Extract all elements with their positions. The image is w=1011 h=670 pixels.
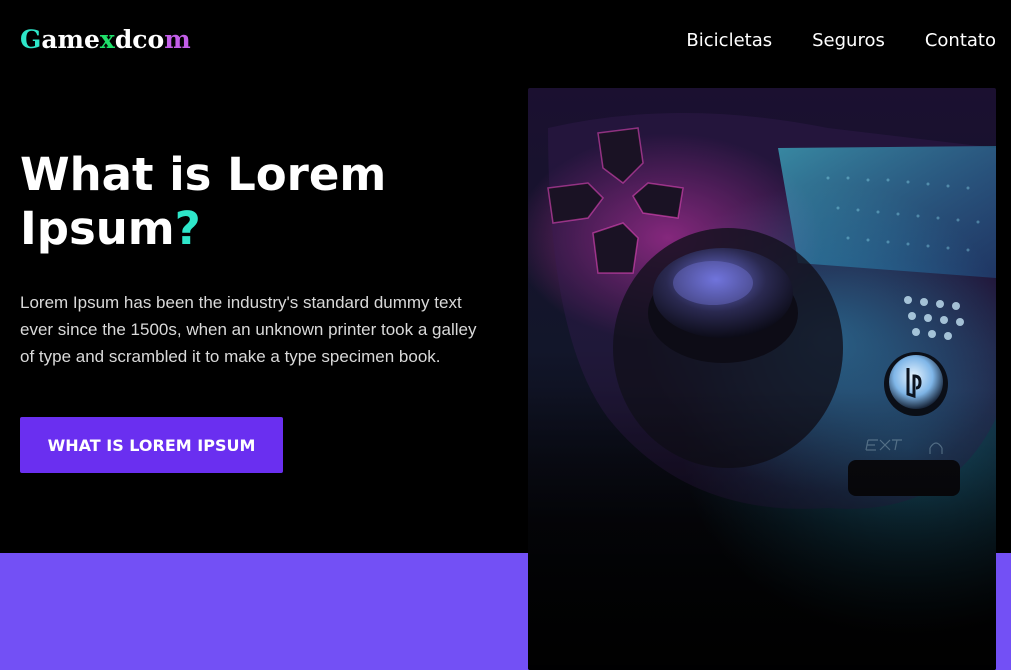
hero-title-mark: ? <box>174 202 201 255</box>
nav-link-bicicletas[interactable]: Bicicletas <box>686 29 772 53</box>
nav-link-seguros[interactable]: Seguros <box>812 29 885 53</box>
logo-letter: ame <box>41 25 100 54</box>
touchpad-shape <box>778 146 996 278</box>
site-header: Gamexdcom Bicicletas Seguros Contato <box>0 0 1011 80</box>
nav-link-contato[interactable]: Contato <box>925 29 996 53</box>
site-logo[interactable]: Gamexdcom <box>20 24 191 56</box>
hero-title: What is Lorem Ipsum? <box>20 148 500 256</box>
logo-letter: m <box>164 25 191 54</box>
logo-letter: G <box>20 25 42 54</box>
hero-description: Lorem Ipsum has been the industry's stan… <box>20 293 477 366</box>
main-nav: Bicicletas Seguros Contato <box>686 29 996 53</box>
controller-illustration <box>528 113 996 670</box>
game-controller-image <box>528 88 996 670</box>
hero-title-line2: Ipsum <box>20 202 175 255</box>
what-is-lorem-ipsum-button[interactable]: WHAT IS LOREM IPSUM <box>20 417 283 473</box>
logo-letter: x <box>99 25 115 54</box>
logo-letter: dco <box>114 25 165 54</box>
hero-title-line1: What is Lorem <box>20 148 387 201</box>
